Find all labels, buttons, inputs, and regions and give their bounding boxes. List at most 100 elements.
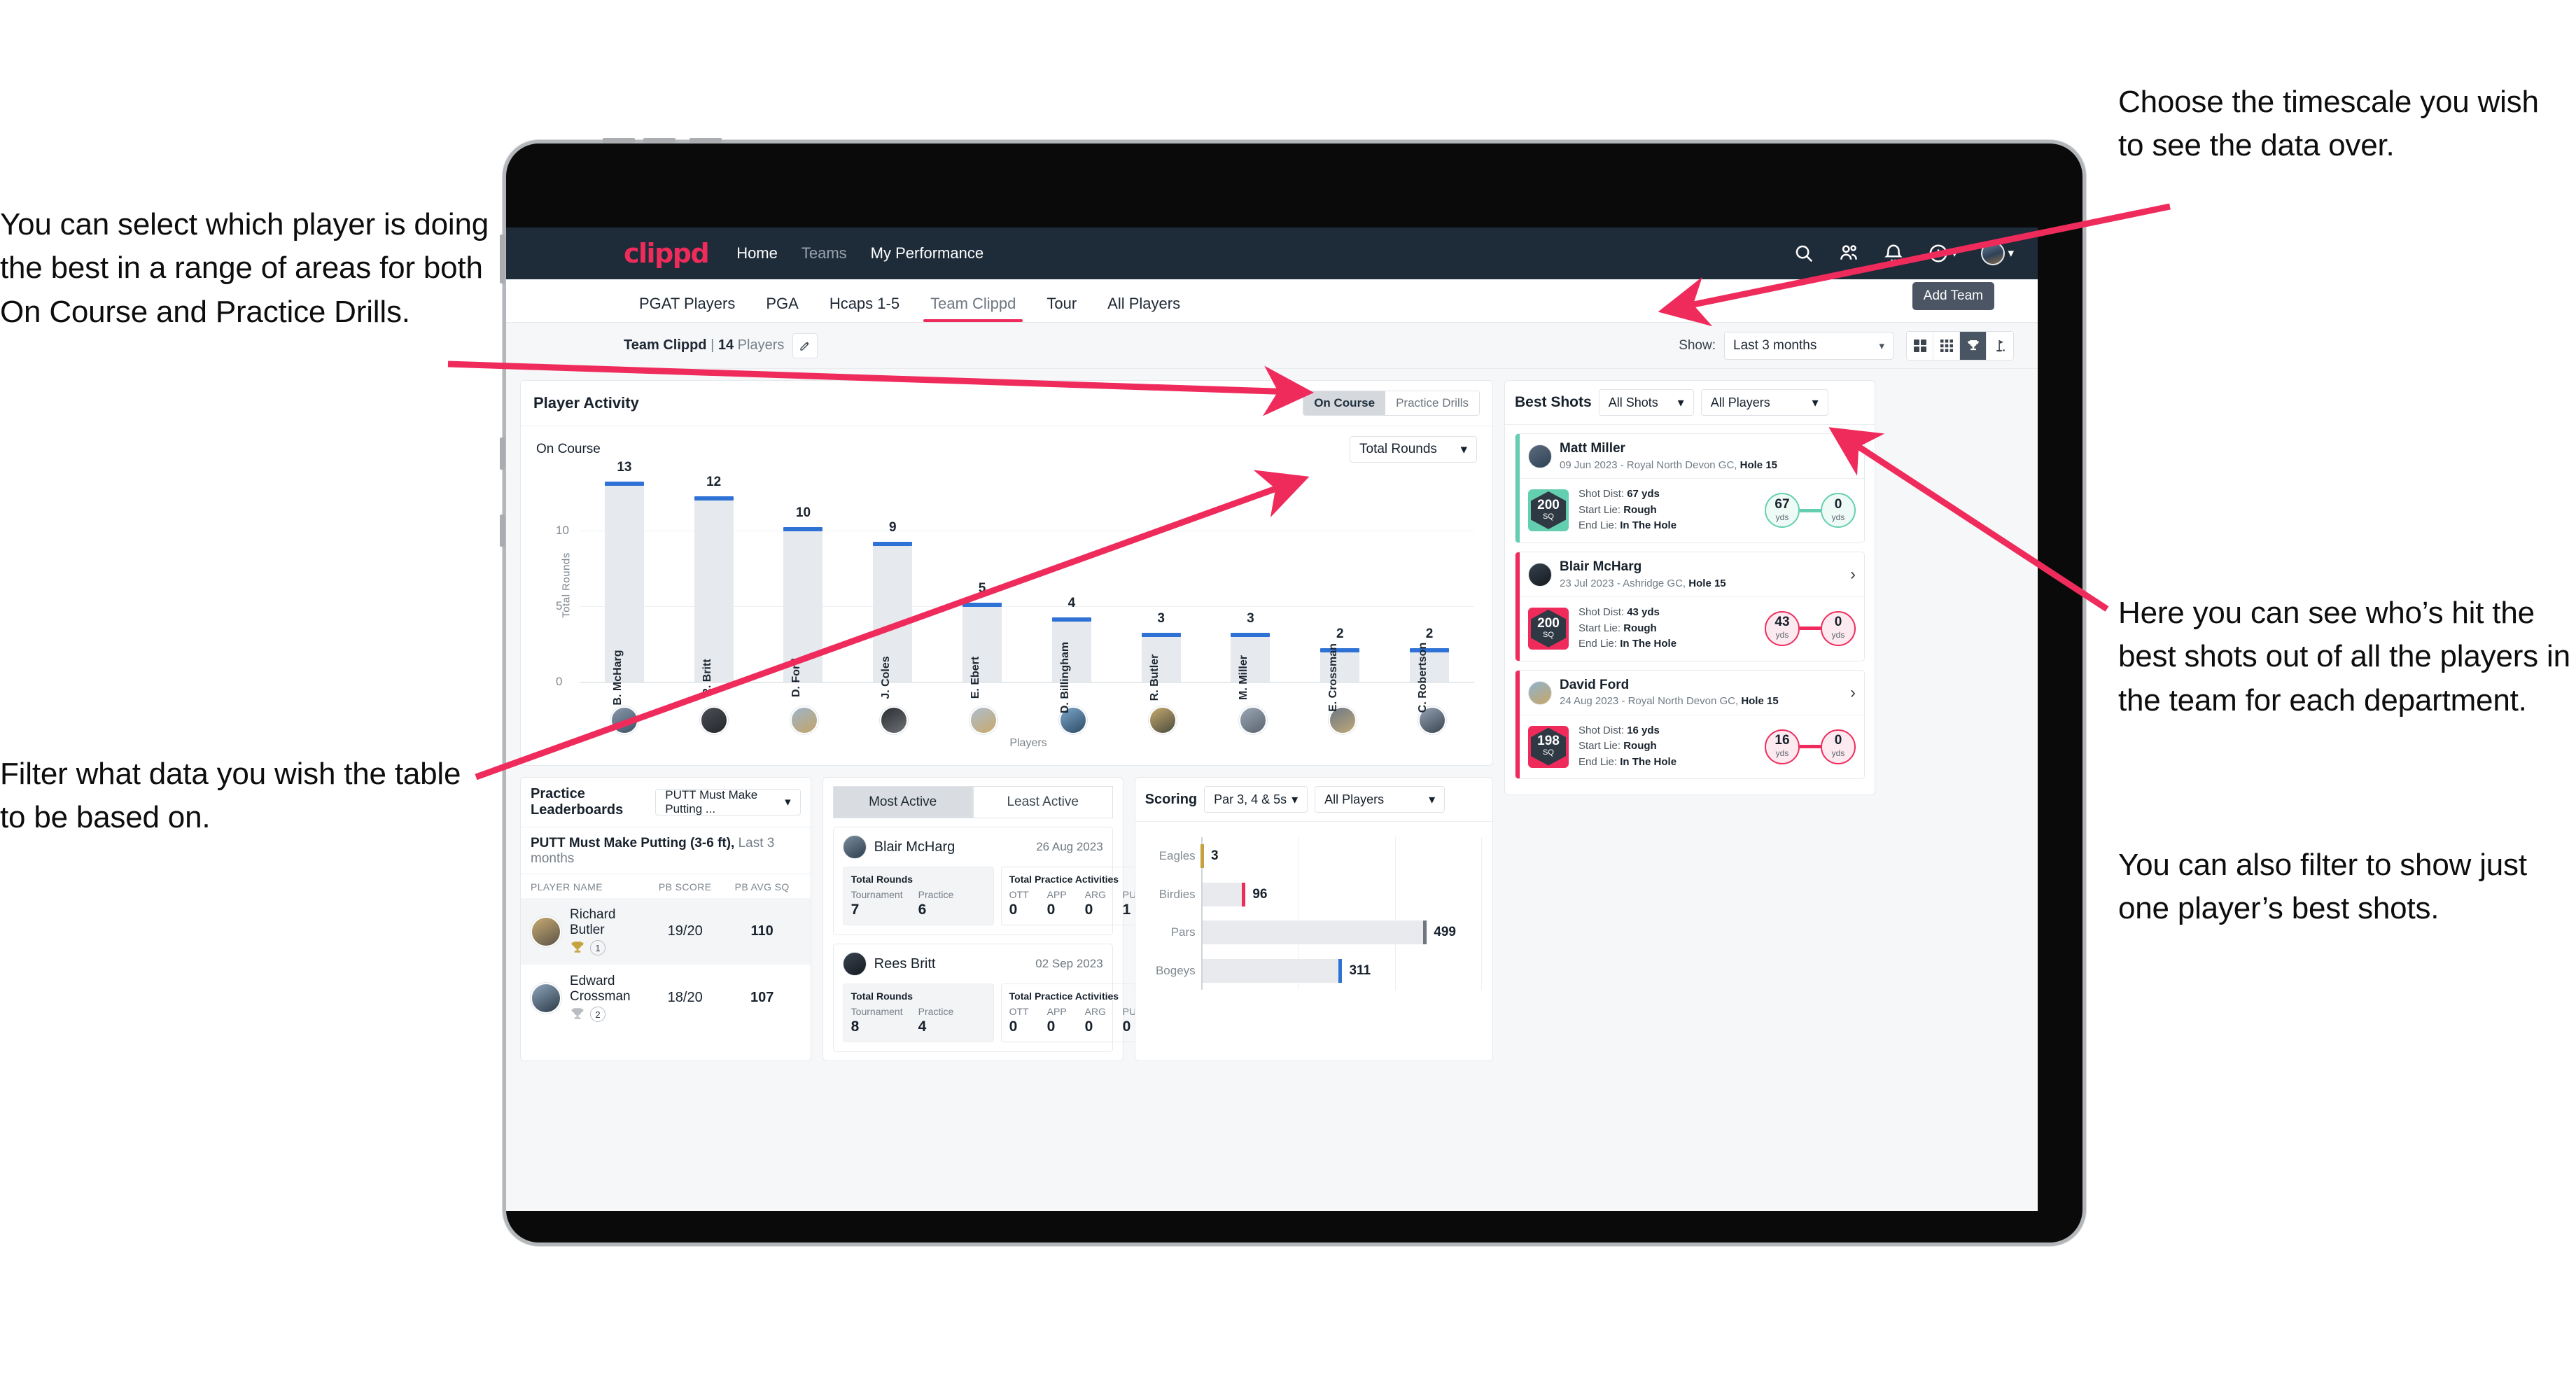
- avatar[interactable]: [610, 706, 639, 734]
- view-toggle-grid-2x2[interactable]: [1907, 331, 1933, 360]
- avatar[interactable]: [1238, 706, 1267, 734]
- shot-type-value: All Shots: [1608, 395, 1658, 410]
- scoring-bar-row[interactable]: Pars 499: [1171, 920, 1456, 945]
- avatar[interactable]: [700, 706, 729, 734]
- table-row[interactable]: Edward Crossman 2 18/20 107: [521, 965, 811, 1031]
- par-filter-select[interactable]: Par 3, 4 & 5s ▾: [1204, 786, 1308, 813]
- chart-bar[interactable]: 2 E. Crossman: [1320, 626, 1360, 712]
- view-toggle-trophy[interactable]: [1960, 331, 1987, 360]
- best-shots-player-select[interactable]: All Players ▾: [1700, 389, 1828, 416]
- chart-bar[interactable]: 3 M. Miller: [1231, 611, 1270, 700]
- segment-practice-drills[interactable]: Practice Drills: [1385, 391, 1479, 415]
- tab-team-clippd[interactable]: Team Clippd: [915, 295, 1031, 322]
- avatar[interactable]: [879, 706, 908, 734]
- avatar[interactable]: [1149, 706, 1177, 734]
- chart-bar[interactable]: 5 E. Ebert: [962, 581, 1002, 699]
- clippd-logo[interactable]: clippd: [624, 238, 710, 269]
- chart-bar-cell[interactable]: 12 R. Britt: [669, 470, 759, 696]
- avatar[interactable]: [842, 835, 867, 859]
- tab-pga[interactable]: PGA: [750, 295, 813, 322]
- chart-bar[interactable]: 13 B. McHarg: [604, 460, 644, 706]
- nav-link-my-performance[interactable]: My Performance: [871, 244, 983, 262]
- avatar[interactable]: [531, 982, 561, 1014]
- practice-value: 0: [1084, 902, 1093, 918]
- chart-bar[interactable]: 10 D. Ford: [783, 505, 823, 697]
- avatar[interactable]: [790, 706, 818, 734]
- shot-from-value: 16: [1774, 733, 1790, 748]
- chart-bar-cell[interactable]: 2 E. Crossman: [1295, 470, 1385, 712]
- scoring-gridline: [1394, 837, 1396, 990]
- tab-most-active[interactable]: Most Active: [832, 786, 973, 818]
- hexagon-icon: 200 SQ: [1531, 609, 1566, 648]
- table-row[interactable]: Richard Butler 1 19/20 110: [521, 898, 811, 965]
- trophy-icon: [571, 1008, 584, 1019]
- scoring-bar-row[interactable]: Birdies 96: [1159, 882, 1267, 906]
- timescale-select[interactable]: Last 3 months ▾: [1724, 331, 1893, 360]
- plus-circle-icon[interactable]: [1928, 243, 1949, 264]
- scoring-bar-row[interactable]: Bogeys 311: [1156, 958, 1371, 983]
- bell-icon[interactable]: [1883, 243, 1904, 264]
- avatar[interactable]: [1528, 444, 1552, 469]
- avatar[interactable]: [969, 706, 997, 734]
- view-toggle-golf-flag[interactable]: [1987, 331, 2013, 360]
- drill-select[interactable]: PUTT Must Make Putting ... ▾: [655, 788, 801, 816]
- chart-bar-cell[interactable]: 10 D. Ford: [759, 470, 848, 697]
- rounds-value: 8: [850, 1018, 860, 1035]
- chart-bar[interactable]: 12 R. Britt: [694, 475, 734, 696]
- avatar[interactable]: [1528, 680, 1552, 705]
- nav-link-teams[interactable]: Teams: [802, 244, 847, 262]
- show-label: Show:: [1679, 337, 1716, 353]
- tab-all-players[interactable]: All Players: [1092, 295, 1196, 322]
- edit-team-button[interactable]: [792, 332, 818, 358]
- tab-pgat-players[interactable]: PGAT Players: [624, 295, 750, 322]
- scoring-player-select[interactable]: All Players ▾: [1315, 786, 1446, 813]
- chart-bar[interactable]: 9 J. Coles: [873, 520, 913, 699]
- shot-from-node: 67 yds: [1765, 493, 1800, 528]
- activity-player-card[interactable]: Blair McHarg 26 Aug 2023 Total Rounds Tourn…: [832, 827, 1169, 935]
- chart-bar[interactable]: 4 D. Billingham: [1051, 596, 1091, 713]
- chart-bar-cell[interactable]: 13 B. McHarg: [580, 460, 669, 706]
- people-icon[interactable]: [1838, 243, 1859, 264]
- shot-distance-dumbbell: 16 yds 0 yds: [1765, 729, 1856, 764]
- avatar[interactable]: [842, 952, 867, 976]
- view-toggle-grid-3x3[interactable]: [1933, 331, 1960, 360]
- shot-from-unit: yds: [1775, 630, 1789, 640]
- search-icon[interactable]: [1793, 243, 1814, 264]
- add-menu[interactable]: ▾: [1928, 243, 1957, 264]
- activity-player-card[interactable]: Rees Britt 02 Sep 2023 Total Rounds Tournam…: [832, 944, 1169, 1052]
- chart-bar-cell[interactable]: 3 M. Miller: [1206, 470, 1296, 700]
- chevron-right-icon[interactable]: ›: [1844, 565, 1856, 584]
- chart-bar-cell[interactable]: 3 R. Butler: [1116, 470, 1206, 701]
- segment-on-course[interactable]: On Course: [1303, 391, 1386, 415]
- chart-bar-cell[interactable]: 5 E. Ebert: [937, 470, 1027, 699]
- avatar[interactable]: [531, 916, 561, 947]
- chart-bar-cap: [1320, 648, 1360, 652]
- pencil-icon: [800, 342, 809, 351]
- tab-tour[interactable]: Tour: [1031, 295, 1092, 322]
- chart-bar-cell[interactable]: 4 D. Billingham: [1027, 470, 1116, 713]
- tab-hcaps-1-5[interactable]: Hcaps 1-5: [814, 295, 915, 322]
- chart-bar[interactable]: 2 C. Robertson: [1410, 626, 1450, 713]
- chart-bar-label: E. Crossman: [1327, 643, 1340, 712]
- chevron-right-icon[interactable]: ›: [1844, 447, 1856, 466]
- best-shot-card[interactable]: Matt Miller 09 Jun 2023 - Royal North Dev…: [1515, 433, 1865, 543]
- avatar[interactable]: [1528, 562, 1552, 587]
- chart-bar-cell[interactable]: 2 C. Robertson: [1385, 470, 1474, 713]
- scoring-bar-row[interactable]: Eagles 3: [1159, 844, 1219, 869]
- shot-type-select[interactable]: All Shots ▾: [1598, 389, 1694, 416]
- practice-key: APP: [1046, 889, 1067, 900]
- user-menu[interactable]: ▾: [1981, 241, 2014, 265]
- tab-least-active[interactable]: Least Active: [972, 786, 1113, 818]
- chart-bar[interactable]: 3 R. Butler: [1141, 611, 1181, 701]
- avatar[interactable]: [1981, 241, 2005, 265]
- chart-bar-cell[interactable]: 9 J. Coles: [848, 470, 937, 699]
- activity-tab-group: Most Active Least Active: [823, 778, 1123, 818]
- nav-link-home[interactable]: Home: [736, 244, 778, 262]
- shot-connector: [1800, 745, 1821, 749]
- chevron-right-icon[interactable]: ›: [1844, 683, 1856, 703]
- start-lie-row: Start Lie: Rough: [1578, 740, 1657, 752]
- metric-select[interactable]: Total Rounds ▾: [1350, 436, 1477, 463]
- best-shot-card[interactable]: Blair McHarg 23 Jul 2023 - Ashridge GC, H…: [1515, 551, 1865, 662]
- team-player-word: Players: [737, 337, 785, 353]
- best-shot-card[interactable]: David Ford 24 Aug 2023 - Royal North Devo…: [1515, 669, 1865, 780]
